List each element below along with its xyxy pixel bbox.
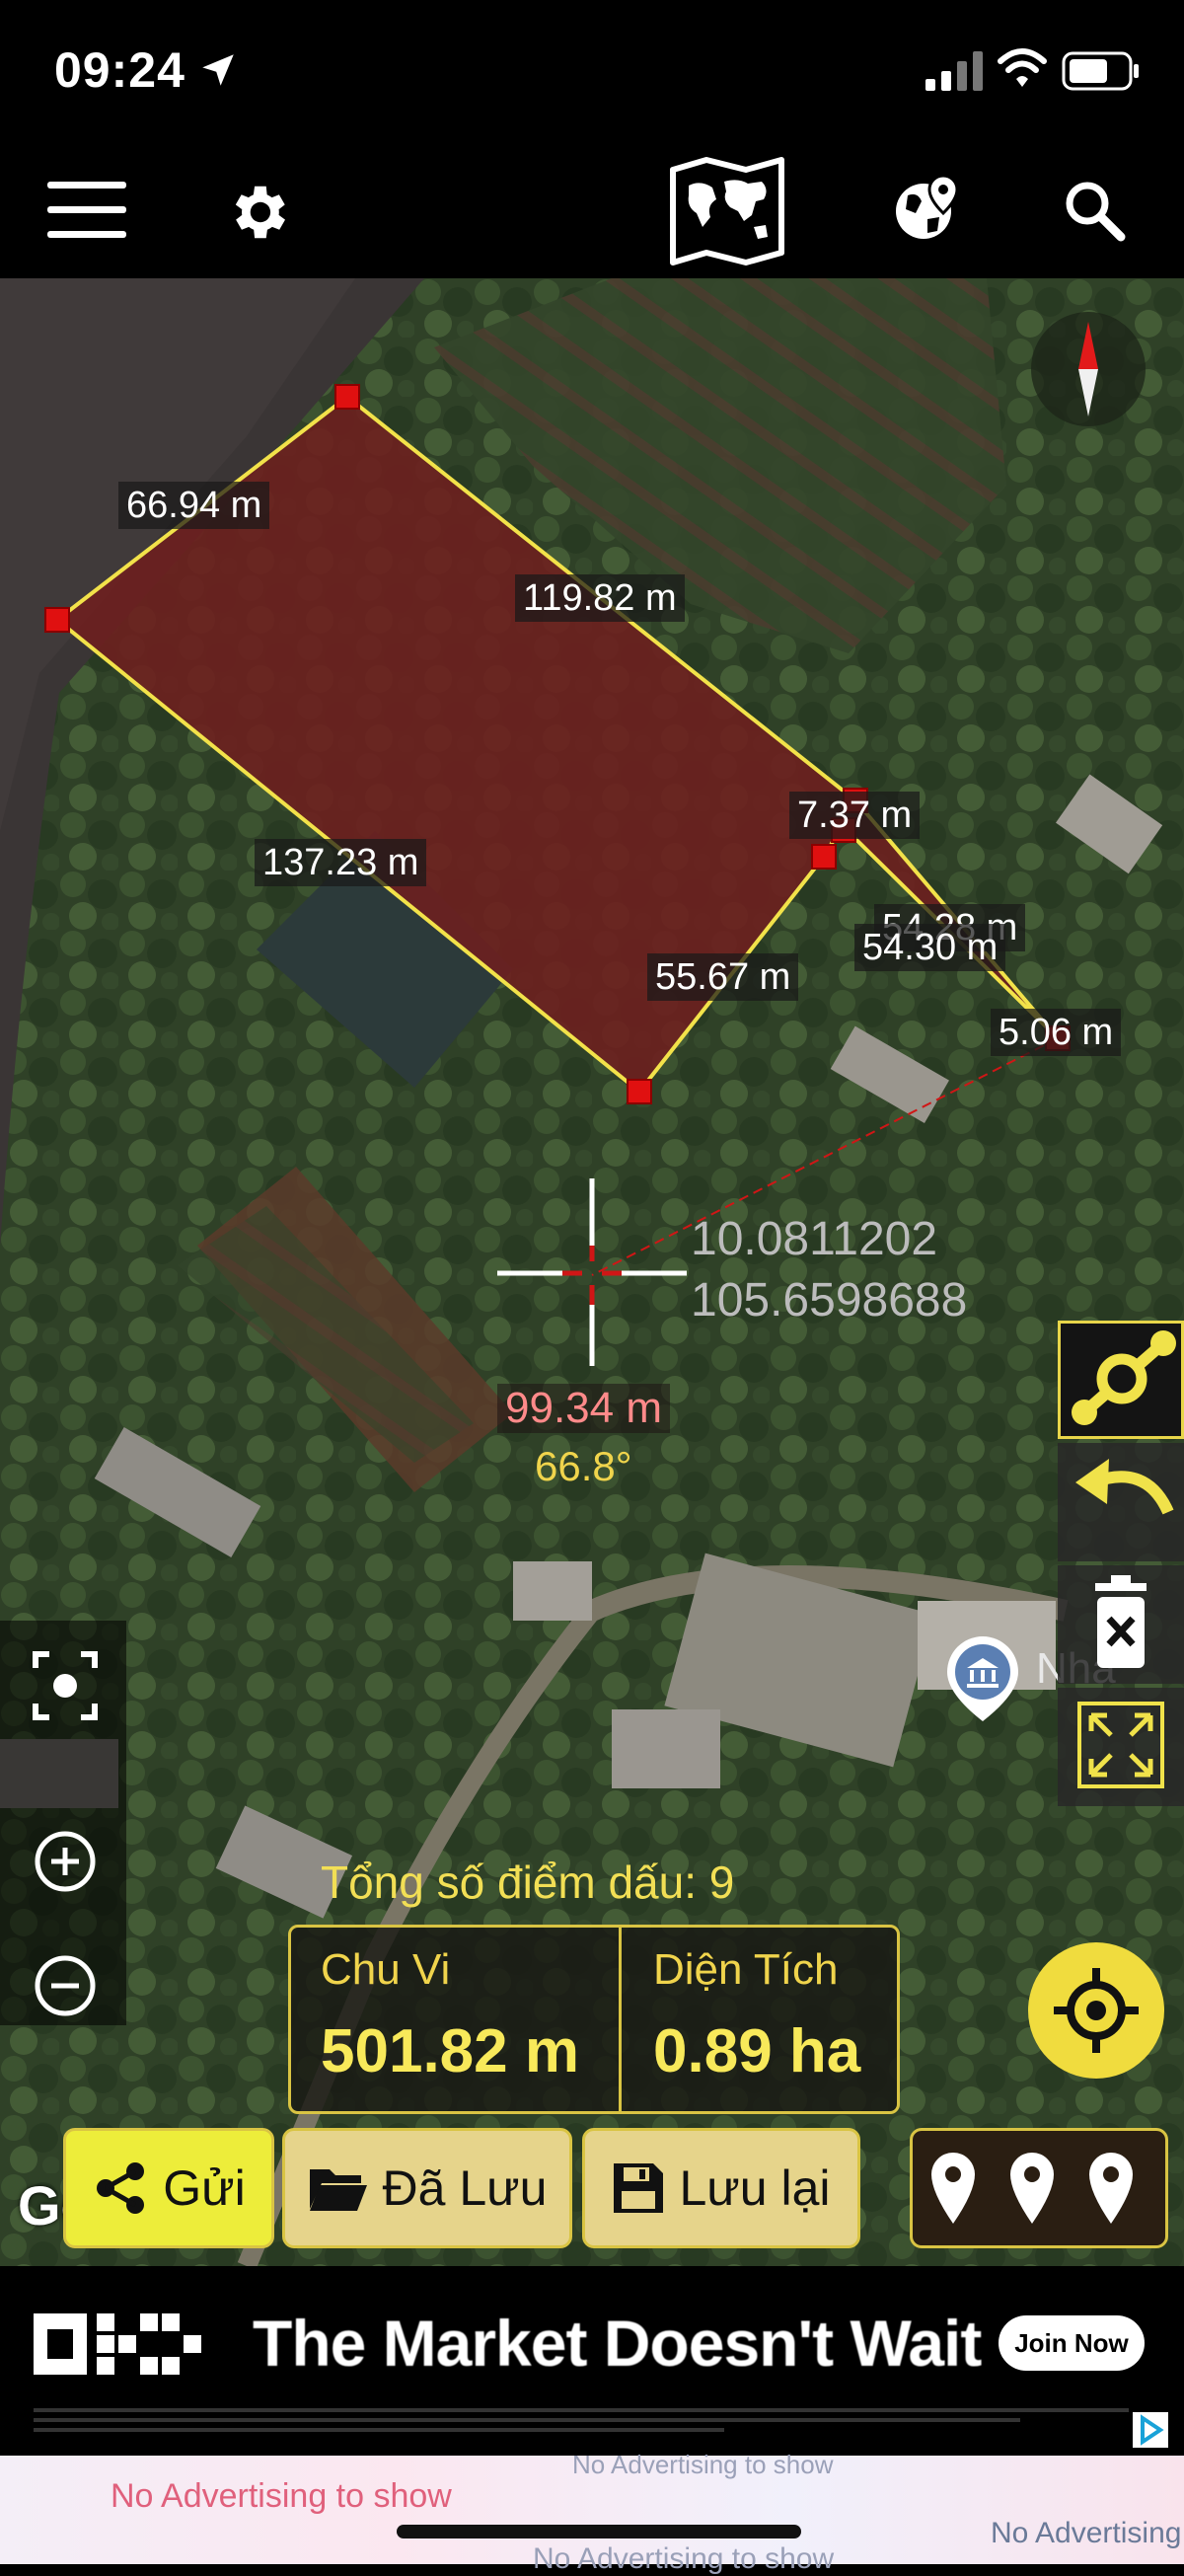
expand-arrows-icon (1077, 1702, 1164, 1788)
save-label: Lưu lại (679, 2160, 831, 2216)
no-ads-text: No Advertising to show (572, 2450, 834, 2479)
crosshair-bearing: 66.8° (535, 1443, 632, 1489)
trash-icon (1095, 1575, 1147, 1668)
screenshot-focus-icon[interactable] (22, 1636, 109, 1735)
top-toolbar (0, 148, 1184, 278)
segment-label: 66.94 m (118, 482, 270, 529)
home-indicator[interactable] (397, 2525, 801, 2538)
area-label: Diện Tích (653, 1945, 839, 1994)
delete-button[interactable] (1058, 1565, 1184, 1684)
undo-icon (1075, 1459, 1174, 1515)
ad-fineprint (34, 2408, 1129, 2412)
location-arrow-icon (202, 54, 234, 86)
segment-label: 137.23 m (255, 839, 427, 886)
send-button[interactable]: Gửi (63, 2128, 274, 2248)
saved-label: Đã Lưu (382, 2160, 548, 2216)
okx-logo (34, 2313, 201, 2375)
no-ad-banner: No Advertising to show No Advertising to… (0, 2450, 1184, 2575)
no-ads-text: No Advertising t (991, 2517, 1184, 2549)
share-icon (97, 2162, 145, 2214)
segment-label: 5.06 m (991, 1009, 1122, 1056)
status-time: 09:24 (54, 42, 185, 98)
globe-pin-icon[interactable] (892, 174, 963, 245)
crosshair-distance: 99.34 m (497, 1384, 670, 1433)
segment-label: 7.37 m (789, 792, 921, 839)
segment-label: 54.30 m (854, 924, 1006, 971)
wifi-icon (998, 48, 1047, 87)
folder-icon (309, 2169, 367, 2211)
adchoices-icon[interactable] (1133, 2412, 1168, 2448)
no-ads-text: No Advertising to show (533, 2542, 835, 2575)
signal-icon (925, 51, 983, 91)
bank-place-icon[interactable] (943, 1634, 1022, 1723)
area-cell: Diện Tích 0.89 ha (622, 1928, 897, 2111)
undo-button[interactable] (1058, 1443, 1184, 1561)
crosshair-longitude: 105.6598688 (691, 1274, 968, 1326)
zoom-in-icon[interactable] (22, 1812, 109, 1911)
gear-icon[interactable] (223, 178, 292, 247)
perimeter-value: 501.82 m (321, 2017, 579, 2085)
zoom-out-icon[interactable] (22, 1936, 109, 2035)
ad-fineprint-line (34, 2428, 724, 2432)
ad-join-button[interactable]: Join Now (999, 2315, 1145, 2371)
point-count-label: Tổng số điểm dấu: 9 (321, 1856, 735, 1908)
polyline-icon (1072, 1330, 1176, 1425)
no-ads-text: No Advertising to show (111, 2477, 452, 2515)
ad-fineprint-line (34, 2418, 1020, 2422)
battery-icon (1062, 51, 1139, 91)
floppy-disk-icon (614, 2163, 664, 2213)
area-value: 0.89 ha (653, 2017, 861, 2085)
markers-button[interactable] (910, 2128, 1168, 2248)
segment-label: 55.67 m (647, 953, 799, 1001)
perimeter-cell: Chu Vi 501.82 m (291, 1928, 622, 2111)
send-label: Gửi (163, 2160, 246, 2216)
perimeter-label: Chu Vi (321, 1945, 451, 1994)
status-bar: 09:24 (0, 0, 1184, 148)
ad-banner[interactable]: The Market Doesn't Wait Join Now (0, 2266, 1184, 2456)
draw-line-tool[interactable] (1058, 1321, 1184, 1439)
save-button[interactable]: Lưu lại (582, 2128, 860, 2248)
menu-icon[interactable] (47, 178, 128, 243)
crosshair-latitude: 10.0811202 (691, 1213, 938, 1265)
segment-label: 119.82 m (515, 574, 685, 622)
fit-bounds-button[interactable] (1058, 1688, 1184, 1806)
ad-headline: The Market Doesn't Wait (253, 2307, 982, 2380)
world-map-icon[interactable] (667, 156, 787, 266)
measurement-summary: Chu Vi 501.82 m Diện Tích 0.89 ha (288, 1925, 900, 2114)
saved-button[interactable]: Đã Lưu (282, 2128, 572, 2248)
locate-me-icon[interactable] (1026, 1940, 1166, 2081)
map-pins-icon (931, 2153, 1133, 2224)
search-icon[interactable] (1064, 180, 1127, 243)
